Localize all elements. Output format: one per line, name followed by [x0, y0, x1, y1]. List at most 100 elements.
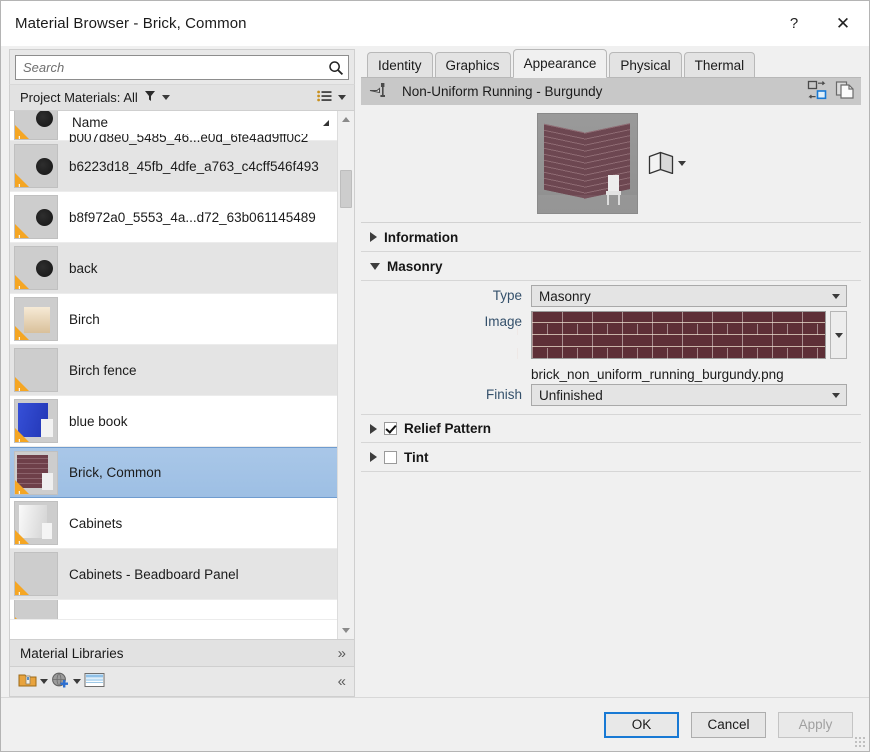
- tab-graphics[interactable]: Graphics: [434, 52, 511, 77]
- add-asset-chevron-down-icon[interactable]: [73, 679, 81, 684]
- material-thumbnail: [14, 348, 58, 392]
- apply-button: Apply: [778, 711, 853, 738]
- list-item-label: Cabinets - Beadboard Panel: [69, 566, 239, 582]
- expand-arrow-icon[interactable]: [370, 232, 377, 242]
- chevron-down-icon[interactable]: [832, 293, 840, 299]
- list-item[interactable]: Birch: [10, 294, 337, 345]
- image-dropdown-button[interactable]: [830, 311, 847, 359]
- finish-label: Finish: [485, 387, 522, 402]
- funnel-icon[interactable]: [144, 90, 156, 105]
- list-item[interactable]: Brick, Common: [10, 447, 337, 498]
- column-header-name[interactable]: Name: [62, 111, 337, 134]
- expand-arrow-icon[interactable]: [370, 452, 377, 462]
- section-relief-pattern[interactable]: Relief Pattern: [361, 414, 861, 443]
- double-chevron-left-icon[interactable]: «: [338, 674, 346, 689]
- filter-row[interactable]: Project Materials: All: [9, 84, 355, 111]
- asset-actions: [807, 80, 855, 103]
- filter-chevron-down-icon[interactable]: [161, 95, 170, 100]
- search-box[interactable]: Search: [15, 55, 349, 80]
- appearance-properties: Information Masonry Type Masonry Image b…: [361, 223, 861, 697]
- tab-physical[interactable]: Physical: [609, 52, 682, 77]
- dialog-footer: OK Cancel Apply: [1, 697, 869, 751]
- search-input[interactable]: Search: [23, 60, 328, 75]
- list-item-label: b8f972a0_5553_4a...d72_63b061145489: [69, 209, 316, 225]
- chevron-down-icon[interactable]: [832, 392, 840, 398]
- list-item[interactable]: back: [10, 243, 337, 294]
- list-item[interactable]: blue book: [10, 396, 337, 447]
- section-information-label: Information: [384, 229, 459, 245]
- list-item-label: back: [69, 260, 98, 276]
- search-icon[interactable]: [328, 60, 344, 76]
- material-preview: [361, 105, 861, 223]
- chevron-down-icon[interactable]: [677, 161, 686, 166]
- cancel-button[interactable]: Cancel: [691, 711, 766, 738]
- asset-pin-icon: [369, 82, 395, 101]
- new-library-chevron-down-icon[interactable]: [40, 679, 48, 684]
- list-item[interactable]: b6223d18_45fb_4dfe_a763_c4cff546f493: [10, 141, 337, 192]
- preview-shape-selector[interactable]: [648, 150, 686, 177]
- help-button[interactable]: ?: [771, 1, 817, 46]
- warning-badge-icon: [15, 377, 29, 391]
- resize-grip[interactable]: [854, 736, 866, 748]
- material-thumbnail: [14, 195, 58, 239]
- finish-value: Unfinished: [539, 387, 603, 403]
- tab-identity[interactable]: Identity: [367, 52, 433, 77]
- list-item-label: Brick, Common: [69, 465, 162, 480]
- show-library-panel-icon[interactable]: [84, 672, 105, 691]
- ok-button[interactable]: OK: [604, 711, 679, 738]
- preview-wall-left: [543, 123, 584, 199]
- section-information[interactable]: Information: [361, 223, 861, 252]
- window-title: Material Browser - Brick, Common: [15, 15, 247, 32]
- list-item[interactable]: Cabinets: [10, 498, 337, 549]
- type-combobox[interactable]: Masonry: [531, 285, 847, 307]
- material-libraries-header[interactable]: Material Libraries »: [9, 640, 355, 667]
- section-masonry[interactable]: Masonry: [361, 252, 861, 281]
- preview-thumbnail: [536, 113, 638, 214]
- list-item[interactable]: Cabinets - Beadboard Panel: [10, 549, 337, 600]
- list-item-label: blue book: [69, 413, 128, 429]
- relief-pattern-checkbox[interactable]: [384, 422, 397, 435]
- double-chevron-up-icon[interactable]: »: [338, 646, 346, 661]
- close-button[interactable]: ✕: [817, 1, 869, 46]
- image-texture-swatch[interactable]: [517, 311, 826, 359]
- replace-asset-icon[interactable]: [807, 80, 827, 103]
- filter-label: Project Materials: All: [20, 90, 138, 105]
- image-filename[interactable]: brick_non_uniform_running_burgundy.png: [531, 363, 847, 384]
- field-image: Image brick_non_uniform_running_burgundy…: [361, 307, 861, 384]
- right-pane: Identity Graphics Appearance Physical Therma…: [361, 49, 861, 697]
- warning-badge-icon: [15, 224, 29, 238]
- type-value: Masonry: [539, 288, 591, 304]
- list-item[interactable]: Birch fence: [10, 345, 337, 396]
- tab-appearance[interactable]: Appearance: [512, 49, 608, 78]
- new-library-icon[interactable]: [18, 672, 37, 691]
- finish-combobox[interactable]: Unfinished: [531, 384, 847, 406]
- preview-chair: [605, 175, 621, 205]
- list-view-icon[interactable]: [317, 90, 332, 105]
- material-list-inner: Name b007d8e0_5485_46...e0d_6fe4ad9ff0c2…: [10, 111, 337, 639]
- material-thumbnail: [14, 297, 58, 341]
- asset-header-bar: Non-Uniform Running - Burgundy: [361, 78, 861, 105]
- tab-thermal[interactable]: Thermal: [683, 52, 756, 77]
- expand-arrow-icon[interactable]: [370, 423, 377, 434]
- scroll-up-button[interactable]: [338, 111, 354, 128]
- collapse-arrow-icon[interactable]: [370, 262, 380, 270]
- preview-floor: [537, 195, 637, 213]
- duplicate-asset-icon[interactable]: [835, 80, 855, 103]
- material-thumbnail: [14, 111, 58, 140]
- material-thumbnail: [14, 600, 58, 619]
- section-tint[interactable]: Tint: [361, 443, 861, 472]
- add-asset-icon[interactable]: [51, 672, 70, 692]
- scroll-down-button[interactable]: [338, 622, 354, 639]
- list-item[interactable]: b8f972a0_5553_4a...d72_63b061145489: [10, 192, 337, 243]
- list-scrollbar[interactable]: [337, 111, 354, 639]
- search-row: Search: [9, 49, 355, 84]
- chevron-down-icon: [834, 332, 843, 338]
- list-item-label: Birch fence: [69, 362, 137, 378]
- preview-shape-icon[interactable]: [648, 150, 674, 177]
- scrollbar-track[interactable]: [338, 128, 354, 622]
- dialog-body: Search Project Materials: All Name ! b00…: [1, 46, 869, 697]
- list-item[interactable]: [10, 600, 337, 620]
- scrollbar-thumb[interactable]: [340, 170, 352, 208]
- view-chevron-down-icon[interactable]: [338, 95, 346, 100]
- tint-checkbox[interactable]: [384, 450, 397, 464]
